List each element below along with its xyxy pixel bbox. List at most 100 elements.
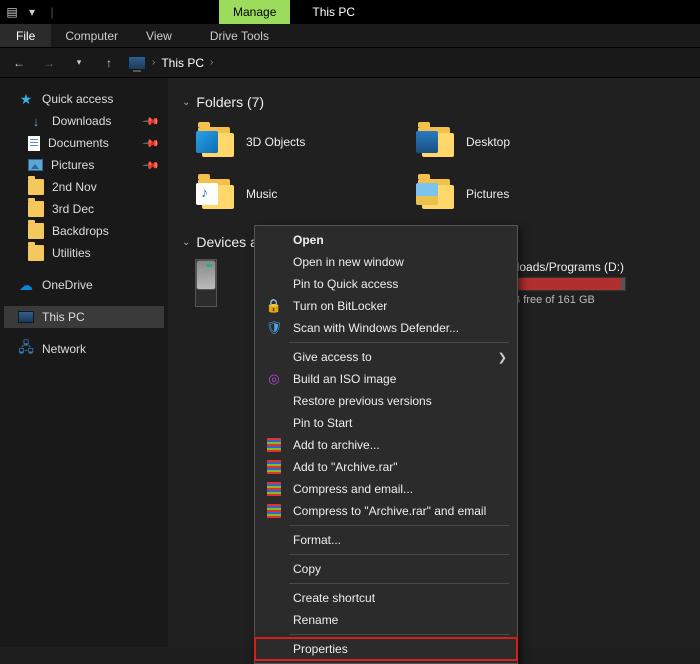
- menu-compress-rar-email[interactable]: Compress to "Archive.rar" and email: [255, 500, 517, 522]
- menu-rename[interactable]: Rename: [255, 609, 517, 631]
- group-header-label: Folders (7): [196, 94, 264, 110]
- group-header-folders[interactable]: ⌄ Folders (7): [182, 94, 686, 110]
- menu-properties[interactable]: Properties: [255, 638, 517, 660]
- sidebar-item-3rd-dec[interactable]: 3rd Dec: [4, 198, 164, 220]
- drive-icon: [196, 260, 216, 290]
- folder-desktop[interactable]: Desktop: [416, 120, 576, 164]
- menu-open-new-window[interactable]: Open in new window: [255, 251, 517, 273]
- sidebar-quick-access[interactable]: ★ Quick access: [4, 88, 164, 110]
- folder-icon: [196, 177, 236, 211]
- menu-label: Compress and email...: [293, 482, 413, 496]
- menu-compress-email[interactable]: Compress and email...: [255, 478, 517, 500]
- folder-label: Music: [246, 187, 277, 201]
- sidebar-item-label: Pictures: [51, 158, 94, 172]
- contextual-tab-manage[interactable]: Manage: [219, 0, 290, 24]
- menu-label: Pin to Quick access: [293, 277, 398, 291]
- menu-restore-versions[interactable]: Restore previous versions: [255, 390, 517, 412]
- menu-add-archive-rar[interactable]: Add to "Archive.rar": [255, 456, 517, 478]
- app-icon: ▤: [4, 4, 20, 20]
- menu-label: Copy: [293, 562, 321, 576]
- tab-view[interactable]: View: [132, 24, 186, 47]
- folder-label: 3D Objects: [246, 135, 305, 149]
- menu-label: Restore previous versions: [293, 394, 432, 408]
- nav-up-button[interactable]: ↑: [98, 52, 120, 74]
- pictures-icon: [28, 159, 43, 171]
- menu-defender-scan[interactable]: 🛡Scan with Windows Defender...: [255, 317, 517, 339]
- menu-give-access[interactable]: Give access to❯: [255, 346, 517, 368]
- nav-forward-button[interactable]: →: [38, 52, 60, 74]
- sidebar-item-label: Backdrops: [52, 224, 109, 238]
- menu-label: Compress to "Archive.rar" and email: [293, 504, 486, 518]
- folder-icon: [28, 179, 44, 195]
- star-icon: ★: [18, 91, 34, 107]
- menu-label: Turn on BitLocker: [293, 299, 387, 313]
- shield-icon: 🛡: [265, 320, 283, 336]
- context-menu: Open Open in new window Pin to Quick acc…: [254, 225, 518, 664]
- menu-label: Give access to: [293, 350, 372, 364]
- folder-icon: [28, 245, 44, 261]
- folder-icon: [416, 177, 456, 211]
- sidebar-item-pictures[interactable]: Pictures 📌: [4, 154, 164, 176]
- sidebar-item-documents[interactable]: Documents 📌: [4, 132, 164, 154]
- chevron-down-icon: ⌄: [182, 97, 190, 108]
- sidebar-network[interactable]: 🖧 Network: [4, 338, 164, 360]
- folder-icon: [28, 201, 44, 217]
- menu-label: Open: [293, 233, 324, 247]
- menu-label: Add to "Archive.rar": [293, 460, 398, 474]
- title-bar: ▤ ▾ | Manage This PC: [0, 0, 700, 24]
- this-pc-icon: [18, 311, 34, 323]
- menu-open[interactable]: Open: [255, 229, 517, 251]
- folder-pictures[interactable]: Pictures: [416, 172, 576, 216]
- navigation-pane: ★ Quick access Downloads 📌 Documents 📌 P…: [0, 78, 168, 647]
- chevron-right-icon[interactable]: ›: [210, 57, 213, 68]
- sidebar-item-2nd-nov[interactable]: 2nd Nov: [4, 176, 164, 198]
- nav-back-button[interactable]: ←: [8, 52, 30, 74]
- sidebar-item-label: Downloads: [52, 114, 111, 128]
- address-bar: ← → ▾ ↑ › This PC ›: [0, 48, 700, 78]
- menu-pin-quick-access[interactable]: Pin to Quick access: [255, 273, 517, 295]
- menu-label: Open in new window: [293, 255, 404, 269]
- menu-pin-start[interactable]: Pin to Start: [255, 412, 517, 434]
- menu-label: Rename: [293, 613, 338, 627]
- sidebar-item-label: Network: [42, 342, 86, 356]
- sidebar-item-label: This PC: [42, 310, 85, 324]
- folder-icon: [28, 223, 44, 239]
- menu-copy[interactable]: Copy: [255, 558, 517, 580]
- tab-file[interactable]: File: [0, 24, 51, 47]
- tab-computer[interactable]: Computer: [51, 24, 132, 47]
- sidebar-item-label: 3rd Dec: [52, 202, 94, 216]
- folder-3d-objects[interactable]: 3D Objects: [196, 120, 356, 164]
- menu-add-archive[interactable]: Add to archive...: [255, 434, 517, 456]
- menu-label: Add to archive...: [293, 438, 380, 452]
- folder-label: Desktop: [466, 135, 510, 149]
- document-icon: [28, 136, 40, 151]
- breadcrumb-location[interactable]: This PC: [161, 56, 204, 70]
- folder-label: Pictures: [466, 187, 509, 201]
- download-icon: [28, 113, 44, 129]
- menu-build-iso[interactable]: ◎Build an ISO image: [255, 368, 517, 390]
- sidebar-item-downloads[interactable]: Downloads 📌: [4, 110, 164, 132]
- chevron-right-icon[interactable]: ›: [152, 57, 155, 68]
- folder-music[interactable]: Music: [196, 172, 356, 216]
- folder-icon: [196, 125, 236, 159]
- sidebar-this-pc[interactable]: This PC: [4, 306, 164, 328]
- archive-icon: [265, 503, 283, 519]
- pin-icon: 📌: [142, 156, 161, 175]
- sidebar-onedrive[interactable]: ☁ OneDrive: [4, 274, 164, 296]
- drive-c[interactable]: [196, 260, 216, 306]
- menu-create-shortcut[interactable]: Create shortcut: [255, 587, 517, 609]
- sidebar-item-utilities[interactable]: Utilities: [4, 242, 164, 264]
- qat-separator: |: [44, 4, 60, 20]
- sidebar-item-backdrops[interactable]: Backdrops: [4, 220, 164, 242]
- network-icon: 🖧: [18, 341, 34, 357]
- menu-bitlocker[interactable]: 🔒 Turn on BitLocker: [255, 295, 517, 317]
- iso-icon: ◎: [265, 371, 283, 387]
- qat-dropdown-icon[interactable]: ▾: [24, 4, 40, 20]
- nav-recent-dropdown[interactable]: ▾: [68, 52, 90, 74]
- breadcrumb[interactable]: › This PC ›: [128, 56, 213, 70]
- bitlocker-icon: 🔒: [265, 298, 283, 314]
- tab-drive-tools[interactable]: Drive Tools: [196, 24, 283, 47]
- archive-icon: [265, 437, 283, 453]
- folder-icon: [416, 125, 456, 159]
- menu-format[interactable]: Format...: [255, 529, 517, 551]
